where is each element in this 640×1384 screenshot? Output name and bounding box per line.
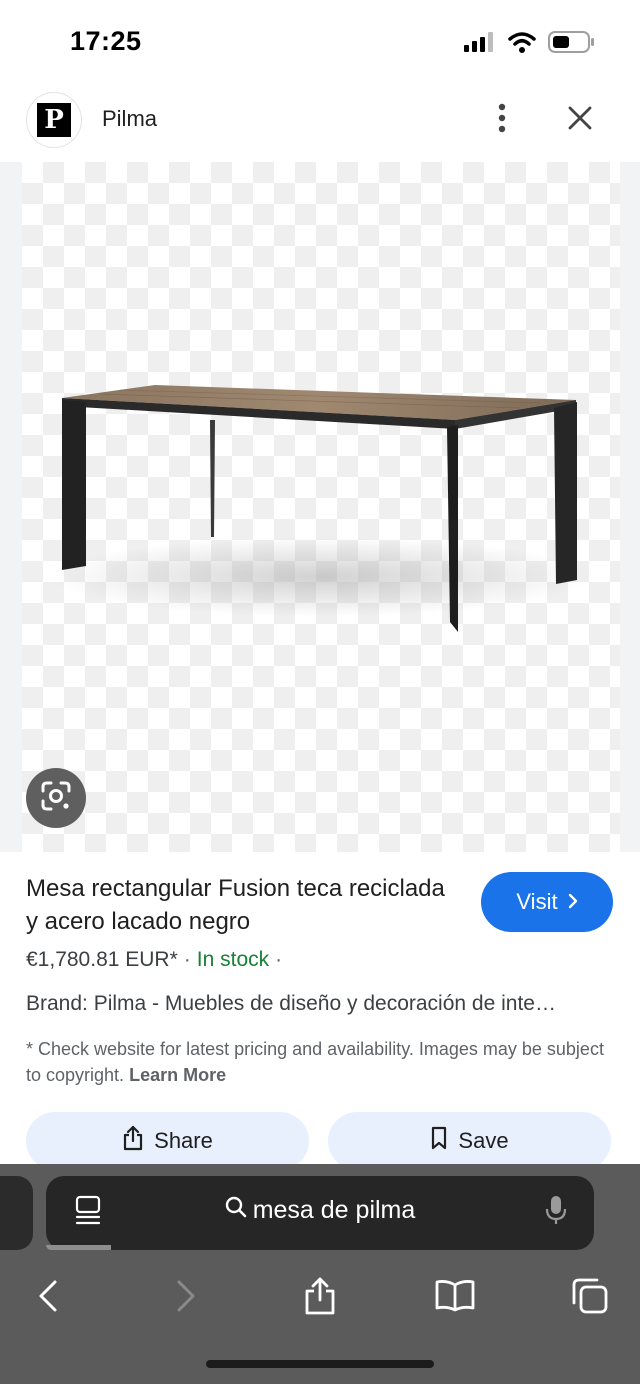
battery-icon xyxy=(548,30,596,59)
bookmarks-icon xyxy=(434,1279,476,1318)
site-logo: P xyxy=(26,92,82,148)
browser-share-icon xyxy=(303,1276,337,1321)
previous-tab-preview[interactable] xyxy=(0,1176,33,1250)
forward-icon xyxy=(176,1279,196,1318)
disclaimer: * Check website for latest pricing and a… xyxy=(26,1036,616,1088)
stock-status: In stock xyxy=(196,948,270,971)
product-image-area xyxy=(0,162,640,852)
cellular-signal-icon xyxy=(464,32,496,57)
share-label: Share xyxy=(154,1128,213,1153)
close-icon xyxy=(567,105,593,136)
browser-share-button[interactable] xyxy=(290,1268,350,1328)
price-line: €1,780.81 EUR* · In stock · xyxy=(26,948,288,972)
price: €1,780.81 EUR* xyxy=(26,948,178,971)
browser-toolbar xyxy=(0,1268,640,1328)
product-title[interactable]: Mesa rectangular Fusion teca reciclada y… xyxy=(26,872,446,938)
visit-button[interactable]: Visit xyxy=(481,872,613,932)
back-icon xyxy=(38,1279,58,1318)
product-image-table[interactable] xyxy=(0,162,640,852)
separator-dot-trailing: · xyxy=(275,948,283,971)
learn-more-link[interactable]: Learn More xyxy=(129,1065,226,1085)
address-text: mesa de pilma xyxy=(252,1196,416,1224)
status-icons xyxy=(464,30,596,59)
bookmarks-button[interactable] xyxy=(425,1268,485,1328)
status-time: 17:25 xyxy=(70,26,142,56)
tabs-icon xyxy=(571,1277,609,1320)
disclaimer-text: * Check website for latest pricing and a… xyxy=(26,1039,604,1085)
search-icon xyxy=(225,1196,247,1225)
share-icon xyxy=(122,1125,144,1157)
more-vertical-icon xyxy=(497,103,507,138)
tabs-button[interactable] xyxy=(560,1268,620,1328)
address-bar[interactable]: mesa de pilma xyxy=(46,1176,594,1250)
address-progress-indicator xyxy=(46,1245,111,1250)
product-info-panel: Mesa rectangular Fusion teca reciclada y… xyxy=(0,852,640,1170)
save-button[interactable]: Save xyxy=(328,1112,611,1170)
back-button[interactable] xyxy=(18,1268,78,1328)
lens-search-icon xyxy=(39,779,73,818)
forward-button[interactable] xyxy=(156,1268,216,1328)
site-logo-letter: P xyxy=(37,103,71,137)
home-indicator[interactable] xyxy=(206,1360,434,1368)
browser-bottom-bar: mesa de pilma xyxy=(0,1164,640,1384)
chevron-right-icon xyxy=(568,889,578,915)
save-label: Save xyxy=(458,1128,509,1153)
wifi-icon xyxy=(508,31,536,58)
google-lens-button[interactable] xyxy=(26,768,86,828)
close-button[interactable] xyxy=(560,100,600,140)
site-name[interactable]: Pilma xyxy=(102,106,157,132)
status-bar: 17:25 xyxy=(0,0,640,86)
address-text-row: mesa de pilma xyxy=(46,1196,594,1225)
more-options-button[interactable] xyxy=(482,100,522,140)
site-header: P Pilma xyxy=(0,86,640,162)
voice-search-button[interactable] xyxy=(538,1192,574,1232)
share-button[interactable]: Share xyxy=(26,1112,309,1170)
bookmark-icon xyxy=(430,1126,448,1156)
brand-line: Brand: Pilma - Muebles de diseño y decor… xyxy=(26,992,556,1015)
microphone-icon xyxy=(544,1194,568,1231)
visit-label: Visit xyxy=(516,889,558,914)
separator-dot: · xyxy=(183,948,191,971)
